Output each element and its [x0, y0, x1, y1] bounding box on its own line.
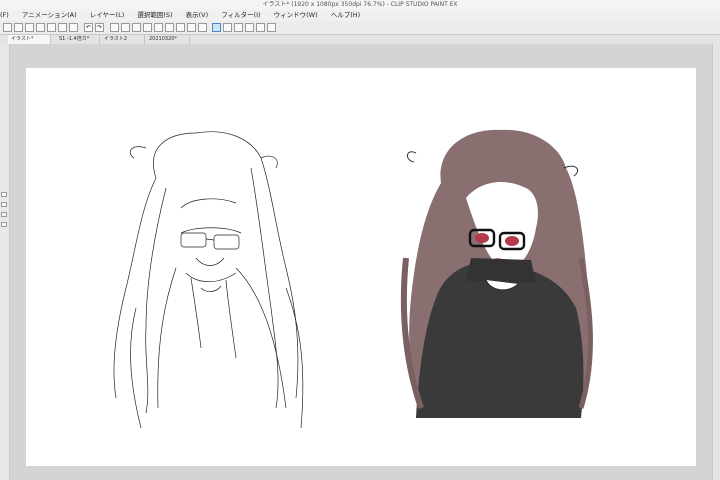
tab-illust2[interactable]: イラスト2 — [101, 35, 145, 44]
tab-2021[interactable]: 20210320* — [146, 35, 190, 44]
invert-icon[interactable] — [198, 23, 207, 32]
perspective-icon[interactable] — [267, 23, 276, 32]
deselect-icon[interactable] — [187, 23, 196, 32]
save-icon[interactable] — [25, 23, 34, 32]
tool-icon[interactable] — [1, 202, 7, 207]
window-title: イラスト* (1920 x 1080px 350dpi 76.7%) - CLI… — [0, 0, 720, 10]
tool-icon[interactable] — [1, 192, 7, 197]
tab-s1[interactable]: S1 -1.4倍カ* — [56, 35, 100, 44]
print-icon[interactable] — [58, 23, 67, 32]
document-tabs: イラスト* S1 -1.4倍カ* イラスト2 20210320* — [0, 35, 720, 44]
export-icon[interactable] — [47, 23, 56, 32]
menu-layer[interactable]: レイヤー(L) — [90, 10, 125, 21]
menu-help[interactable]: ヘルプ(H) — [331, 10, 360, 21]
tab-label: イラスト* — [11, 36, 34, 42]
settings-icon[interactable] — [69, 23, 78, 32]
menu-selection[interactable]: 選択範囲(S) — [137, 10, 172, 21]
tool-strip — [0, 44, 10, 480]
menu-bar: (F) アニメーション(A) レイヤー(L) 選択範囲(S) 表示(V) フィル… — [0, 10, 720, 21]
tab-label: 20210320* — [149, 36, 177, 42]
menu-view[interactable]: 表示(V) — [186, 10, 209, 21]
tab-label: イラスト2 — [104, 36, 128, 42]
tab-label: S1 -1.4倍カ* — [59, 36, 90, 42]
paste-icon[interactable] — [132, 23, 141, 32]
guide-icon[interactable] — [245, 23, 254, 32]
redo-icon[interactable]: ↷ — [95, 23, 104, 32]
menu-file[interactable]: (F) — [0, 10, 9, 21]
select-all-icon[interactable] — [176, 23, 185, 32]
crop-icon[interactable] — [165, 23, 174, 32]
ruler-icon[interactable] — [223, 23, 232, 32]
copy-icon[interactable] — [121, 23, 130, 32]
tool-icon[interactable] — [1, 222, 7, 227]
open-icon[interactable] — [14, 23, 23, 32]
canvas[interactable] — [26, 68, 696, 466]
grid-icon[interactable] — [234, 23, 243, 32]
clear-icon[interactable] — [110, 23, 119, 32]
snap-icon[interactable] — [212, 23, 221, 32]
tool-icon[interactable] — [1, 212, 7, 217]
new-icon[interactable] — [3, 23, 12, 32]
side-panel-edge[interactable] — [712, 44, 720, 480]
history-icon[interactable] — [36, 23, 45, 32]
symmetry-icon[interactable] — [256, 23, 265, 32]
transform-icon[interactable] — [154, 23, 163, 32]
menu-animation[interactable]: アニメーション(A) — [22, 10, 77, 21]
lineart-figure — [113, 131, 304, 429]
command-bar: ↶ ↷ — [0, 21, 720, 35]
fill-icon[interactable] — [143, 23, 152, 32]
canvas-area[interactable] — [10, 44, 712, 480]
tab-illust[interactable]: イラスト* — [8, 35, 51, 44]
colored-figure — [400, 129, 593, 418]
menu-filter[interactable]: フィルター(I) — [221, 10, 260, 21]
undo-icon[interactable]: ↶ — [84, 23, 93, 32]
menu-window[interactable]: ウィンドウ(W) — [274, 10, 318, 21]
